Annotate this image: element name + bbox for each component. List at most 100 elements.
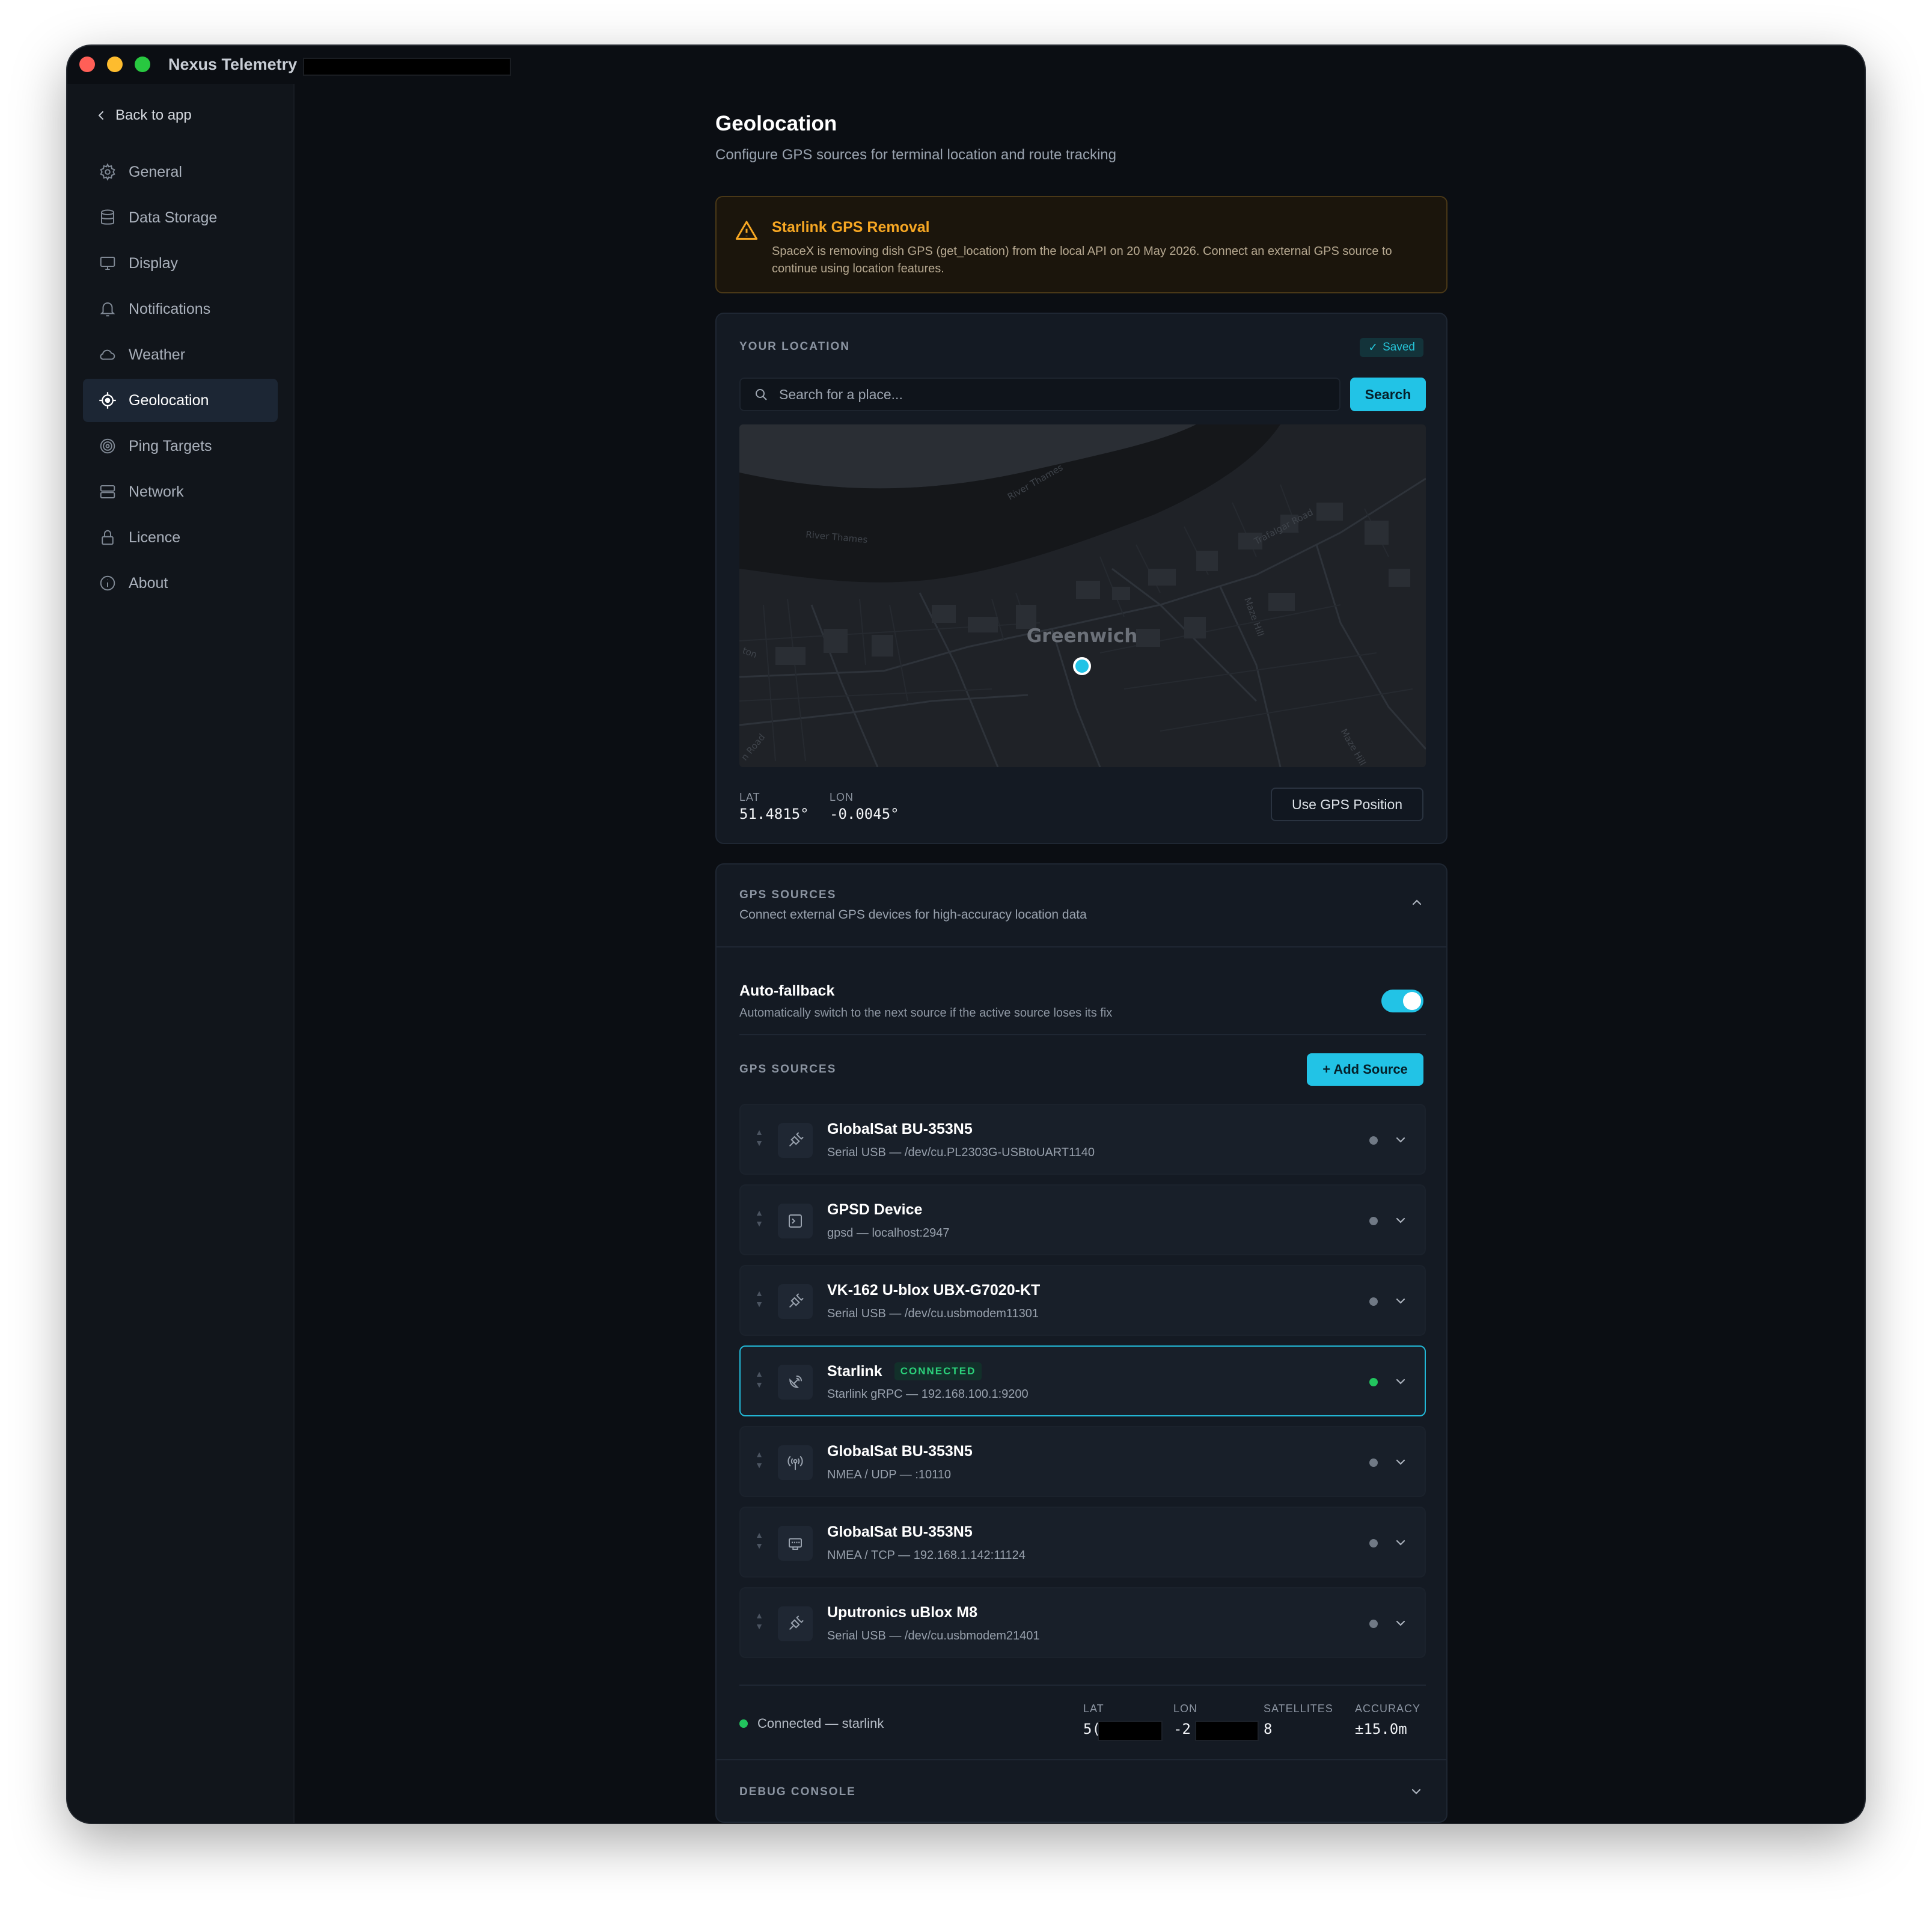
sidebar-item-label: Ping Targets [129,437,212,455]
chevron-down-icon[interactable] [1393,1616,1408,1630]
sidebar-item-network[interactable]: Network [83,470,278,513]
gear-icon [100,163,115,181]
status-dot [1369,1539,1378,1547]
source-detail: Serial USB — /dev/cu.PL2303G-USBtoUART11… [827,1146,1095,1159]
source-name-text: GlobalSat BU-353N5 [827,1523,973,1540]
auto-fallback-toggle[interactable] [1381,990,1423,1012]
satellite-dish-icon [789,1376,802,1388]
back-to-app-link[interactable]: Back to app [95,107,192,124]
target-icon [100,438,115,454]
connection-status: Connected — starlink [739,1716,884,1731]
drag-handle-icon[interactable]: ▲ ▼ [755,1127,763,1148]
source-name: GPSD Device [827,1201,922,1219]
chevron-down-icon[interactable] [1409,1784,1423,1799]
place-search-input[interactable] [779,386,1320,403]
ethernet-icon [789,1538,802,1550]
source-name-text: GPSD Device [827,1201,923,1218]
chevron-down-icon[interactable] [1393,1374,1408,1389]
location-marker[interactable] [1073,657,1091,675]
drag-handle-icon[interactable]: ▲ ▼ [755,1288,763,1309]
chevron-up-icon[interactable] [1410,896,1423,909]
status-dot [1369,1217,1378,1225]
sidebar-item-notifications[interactable]: Notifications [83,287,278,331]
sidebar-item-label: Weather [129,346,186,363]
chevron-down-icon[interactable] [1393,1535,1408,1550]
source-detail: NMEA / TCP — 192.168.1.142:11124 [827,1549,1026,1562]
sidebar-item-weather[interactable]: Weather [83,333,278,376]
source-icon-tile [778,1365,813,1400]
gps-source-row-active[interactable]: ▲ ▼ Starlink CONNECTED Starlink gRPC — 19… [739,1345,1426,1416]
drag-handle-icon[interactable]: ▲ ▼ [755,1610,763,1632]
gps-sources-heading: GPS SOURCES [739,889,837,901]
gps-list-heading: GPS SOURCES [739,1063,837,1076]
info-icon [100,575,115,591]
add-source-button[interactable]: + Add Source [1307,1053,1423,1086]
drag-handle-icon[interactable]: ▲ ▼ [755,1368,763,1390]
live-lon-label: LON [1173,1703,1198,1715]
sidebar-item-licence[interactable]: Licence [83,516,278,559]
connected-dot [739,1719,748,1728]
radio-tower-icon [787,1456,803,1471]
source-icon-tile [778,1123,813,1158]
lock-icon [102,530,114,545]
sidebar-item-ping-targets[interactable]: Ping Targets [83,424,278,468]
alert-title: Starlink GPS Removal [772,219,930,236]
source-name-text: Uputronics uBlox M8 [827,1604,978,1621]
source-icon-tile [778,1284,813,1319]
zoom-window-button[interactable] [135,57,150,72]
sidebar-item-geolocation[interactable]: Geolocation [83,379,278,422]
gps-sources-card: GPS SOURCES Connect external GPS devices… [715,863,1447,1823]
gps-source-list: ▲ ▼ GlobalSat BU-353N5 Serial USB — /dev/… [739,1104,1426,1668]
sidebar-item-data-storage[interactable]: Data Storage [83,196,278,239]
close-window-button[interactable] [79,57,95,72]
gps-source-row[interactable]: ▲ ▼ GlobalSat BU-353N5 Serial USB — /dev/… [739,1104,1426,1175]
usb-plug-icon [789,1293,804,1308]
map-place-label: Greenwich [1027,625,1138,647]
source-icon-tile [778,1606,813,1641]
gps-source-row[interactable]: ▲ ▼ VK-162 U-blox UBX-G7020-KT Serial USB… [739,1265,1426,1336]
gps-source-row[interactable]: ▲ ▼ GlobalSat BU-353N5 NMEA / UDP — :1011… [739,1426,1426,1497]
chevron-down-icon[interactable] [1393,1213,1408,1228]
chevron-down-icon[interactable] [1393,1133,1408,1147]
title-bar: Nexus Telemetry [67,46,1865,84]
accuracy-label: ACCURACY [1355,1703,1421,1715]
chevron-left-icon [98,111,103,120]
lon-value: -0.0045° [830,806,899,822]
sidebar-item-label: Data Storage [129,209,218,226]
sidebar-item-general[interactable]: General [83,150,278,194]
redacted-block [303,58,511,76]
sidebar-item-display[interactable]: Display [83,242,278,285]
crosshair-icon [99,392,116,409]
sidebar-item-label: Geolocation [129,391,209,409]
location-map[interactable]: River Thames River Thames Trafalgar Road… [739,424,1426,767]
auto-fallback-title: Auto-fallback [739,982,835,999]
minimize-window-button[interactable] [107,57,123,72]
back-label: Back to app [115,107,192,123]
satellites-value: 8 [1264,1721,1273,1737]
cloud-icon [100,349,115,360]
debug-console-toggle[interactable]: DEBUG CONSOLE [717,1759,1446,1822]
settings-nav: General Data Storage Display Notificatio… [83,150,278,607]
gps-source-row[interactable]: ▲ ▼ Uputronics uBlox M8 Serial USB — /dev… [739,1587,1426,1658]
settings-sidebar: Back to app General Data Storage Display… [67,84,295,1823]
location-heading: YOUR LOCATION [739,340,850,353]
drag-handle-icon[interactable]: ▲ ▼ [755,1207,763,1229]
server-icon [100,485,115,498]
use-gps-position-button[interactable]: Use GPS Position [1271,788,1423,821]
source-name: Uputronics uBlox M8 [827,1604,977,1621]
gps-sources-header[interactable]: GPS SOURCES Connect external GPS devices… [717,865,1446,947]
source-name: GlobalSat BU-353N5 [827,1121,973,1138]
source-detail: Starlink gRPC — 192.168.100.1:9200 [827,1388,1029,1401]
gps-source-row[interactable]: ▲ ▼ GPSD Device gpsd — localhost:2947 [739,1184,1426,1255]
search-button[interactable]: Search [1350,378,1426,411]
gps-source-row[interactable]: ▲ ▼ GlobalSat BU-353N5 NMEA / TCP — 192.1… [739,1507,1426,1578]
drag-handle-icon[interactable]: ▲ ▼ [755,1529,763,1551]
redacted-block [1195,1721,1259,1741]
chevron-down-icon[interactable] [1393,1294,1408,1308]
chevron-down-icon[interactable] [1393,1455,1408,1469]
sidebar-item-label: General [129,163,182,180]
source-detail: gpsd — localhost:2947 [827,1226,950,1240]
sidebar-item-about[interactable]: About [83,562,278,605]
drag-handle-icon[interactable]: ▲ ▼ [755,1449,763,1471]
sidebar-item-label: About [129,574,168,592]
